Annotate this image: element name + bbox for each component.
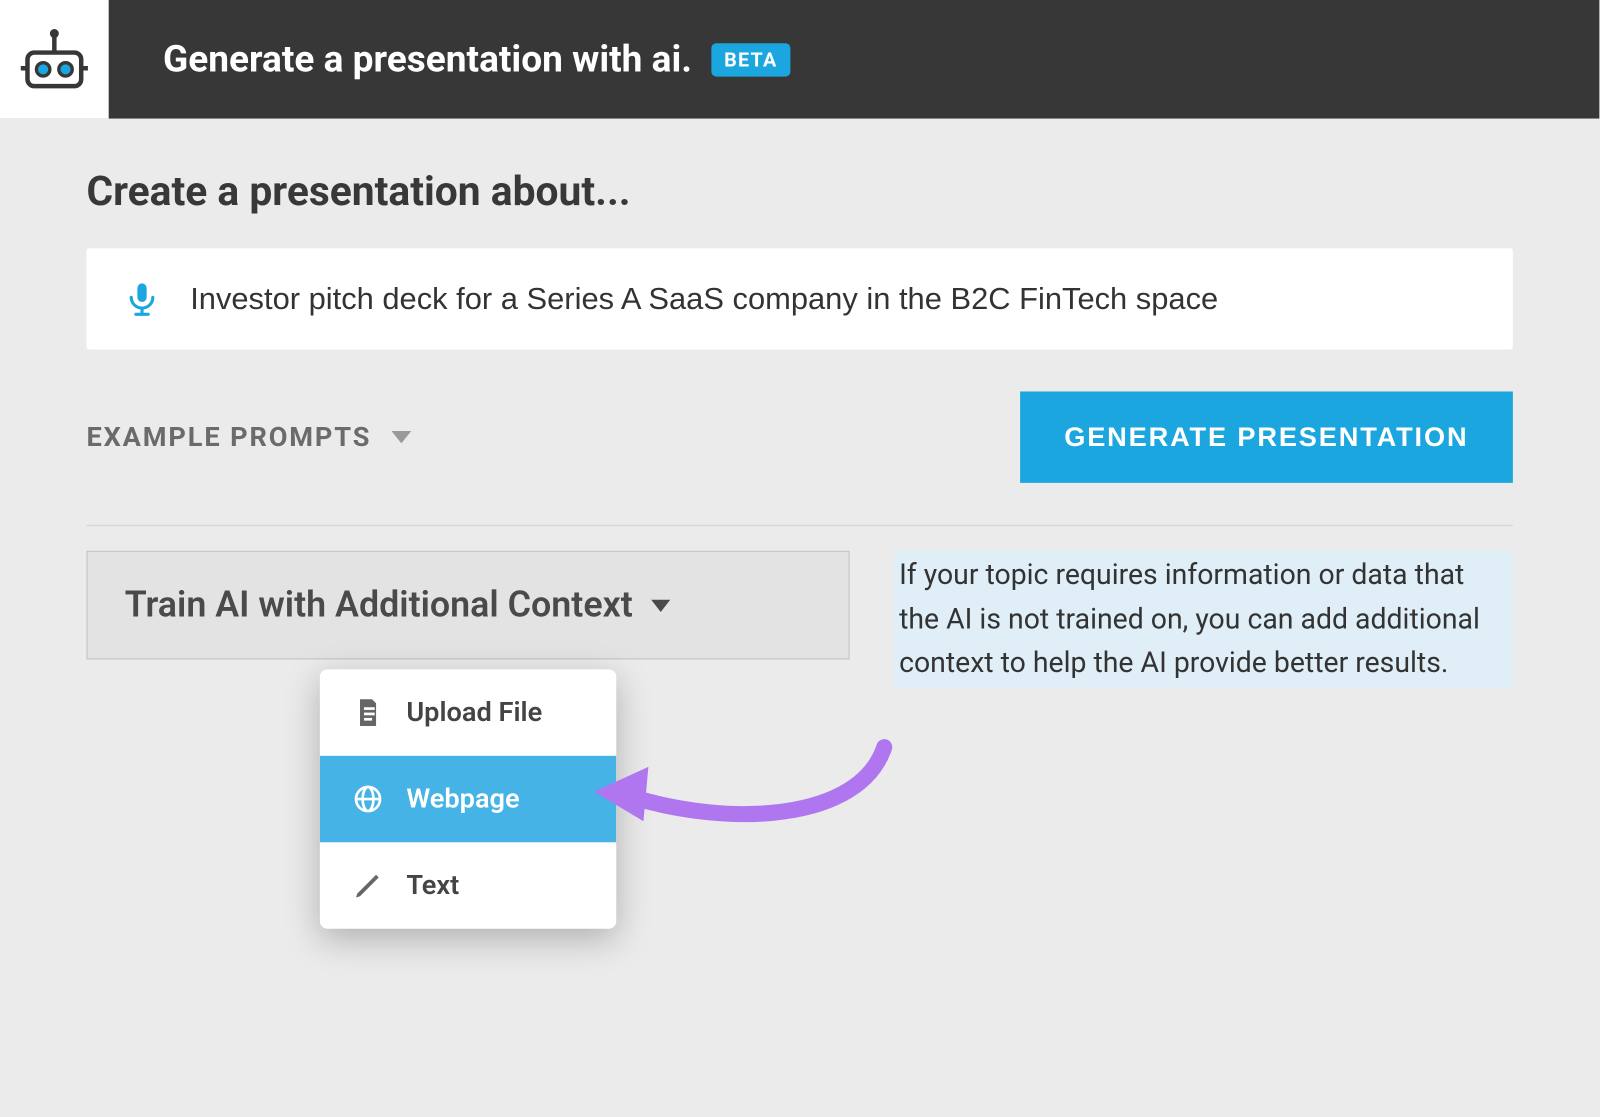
- main-content: Create a presentation about... EXAMPLE P…: [0, 119, 1599, 688]
- app-logo: [0, 0, 109, 119]
- globe-icon: [352, 783, 384, 815]
- dropdown-item-text[interactable]: Text: [320, 842, 616, 928]
- prompt-input[interactable]: [190, 281, 1476, 317]
- annotation-arrow-icon: [582, 735, 903, 871]
- train-ai-dropdown-menu: Upload File Webpage: [320, 669, 616, 928]
- beta-badge: BETA: [712, 43, 790, 76]
- dropdown-item-label: Webpage: [406, 784, 519, 815]
- example-prompts-dropdown[interactable]: EXAMPLE PROMPTS: [86, 422, 413, 453]
- dropdown-item-upload-file[interactable]: Upload File: [320, 669, 616, 755]
- file-icon: [352, 697, 384, 729]
- dropdown-item-webpage[interactable]: Webpage: [320, 756, 616, 842]
- train-ai-dropdown-toggle[interactable]: Train AI with Additional Context Upload …: [86, 551, 849, 660]
- chevron-down-icon: [389, 429, 414, 446]
- pencil-icon: [352, 869, 384, 901]
- app-header: Generate a presentation with ai. BETA: [0, 0, 1599, 119]
- section-title: Create a presentation about...: [86, 168, 1512, 216]
- prompt-container: [86, 248, 1512, 349]
- dropdown-item-label: Text: [406, 870, 459, 901]
- microphone-icon[interactable]: [124, 280, 161, 317]
- caret-down-icon: [648, 595, 675, 615]
- train-ai-label: Train AI with Additional Context: [125, 584, 633, 626]
- example-prompts-label: EXAMPLE PROMPTS: [86, 422, 371, 453]
- generate-presentation-button[interactable]: GENERATE PRESENTATION: [1020, 391, 1513, 482]
- header-title: Generate a presentation with ai.: [163, 38, 692, 81]
- help-text: If your topic requires information or da…: [894, 551, 1513, 688]
- divider: [86, 525, 1512, 526]
- robot-icon: [19, 23, 91, 95]
- dropdown-item-label: Upload File: [406, 697, 542, 728]
